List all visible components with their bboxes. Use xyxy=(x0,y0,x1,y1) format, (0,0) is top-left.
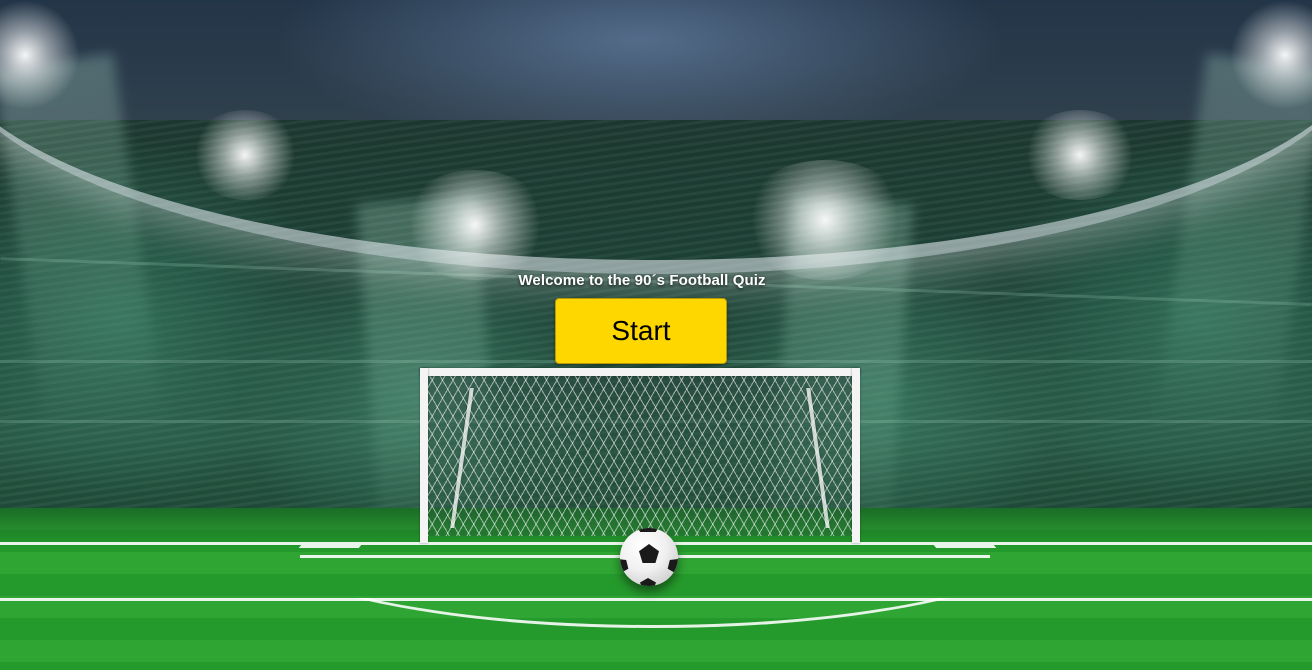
stadium-background: Welcome to the 90´s Football Quiz Start xyxy=(0,0,1312,670)
goal-net xyxy=(428,376,852,536)
floodlight-icon xyxy=(400,170,550,280)
quiz-welcome-heading: Welcome to the 90´s Football Quiz xyxy=(518,272,766,289)
floodlight-icon xyxy=(190,110,300,200)
football-icon xyxy=(620,528,678,586)
start-button[interactable]: Start xyxy=(555,298,727,364)
goal-icon xyxy=(420,368,860,543)
floodlight-icon xyxy=(740,160,910,280)
floodlight-icon xyxy=(1020,110,1140,200)
